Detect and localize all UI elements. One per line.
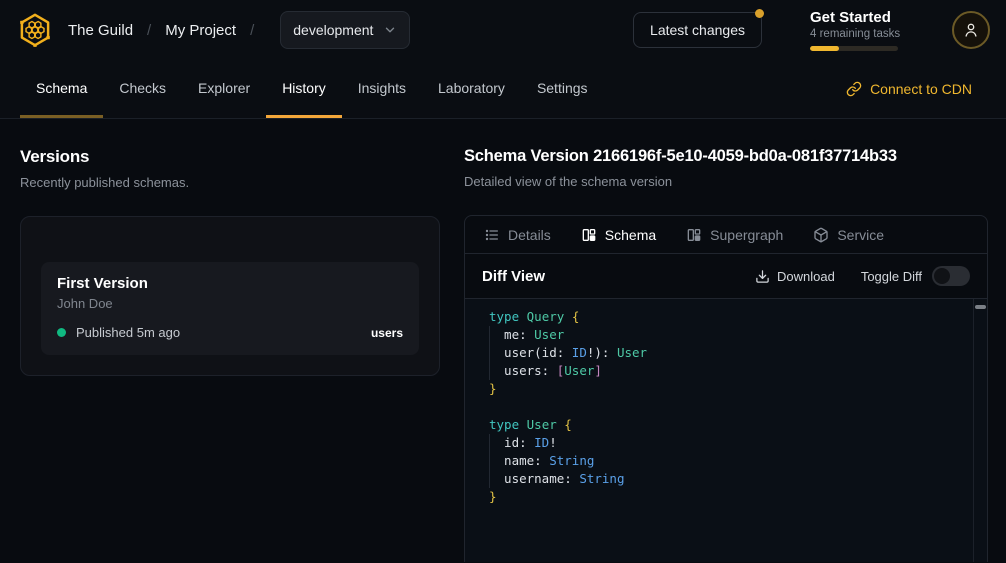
version-status-text: Published 5m ago <box>76 325 180 340</box>
scrollbar-thumb[interactable] <box>975 305 986 309</box>
get-started-widget[interactable]: Get Started 4 remaining tasks <box>810 9 900 51</box>
code-content: type Query { me: User user(id: ID!): Use… <box>465 299 987 506</box>
cube-icon <box>813 227 829 243</box>
link-icon <box>846 81 862 97</box>
detail-tab-schema[interactable]: Schema <box>581 227 656 243</box>
chevron-down-icon <box>383 23 397 37</box>
indent-guide <box>489 434 490 488</box>
download-label: Download <box>777 269 835 284</box>
version-author: John Doe <box>57 296 403 311</box>
notification-dot <box>755 9 764 18</box>
get-started-progress-fill <box>810 46 839 51</box>
user-menu-button[interactable] <box>952 11 990 49</box>
version-detail-title: Schema Version 2166196f-5e10-4059-bd0a-0… <box>464 147 988 166</box>
panels-icon <box>686 227 702 243</box>
version-detail-panel: Schema Version 2166196f-5e10-4059-bd0a-0… <box>464 119 1006 563</box>
tab-checks[interactable]: Checks <box>103 60 182 118</box>
detail-tab-label: Schema <box>605 227 656 243</box>
tab-settings[interactable]: Settings <box>521 60 604 118</box>
target-select[interactable]: development <box>280 11 410 49</box>
tab-history[interactable]: History <box>266 60 342 118</box>
service-name-badge: users <box>371 326 403 340</box>
detail-tab-supergraph[interactable]: Supergraph <box>686 227 783 243</box>
versions-subtitle: Recently published schemas. <box>20 175 440 190</box>
detail-tab-label: Details <box>508 227 551 243</box>
target-select-value: development <box>293 22 373 38</box>
tab-laboratory[interactable]: Laboratory <box>422 60 521 118</box>
version-list-item[interactable]: First Version John Doe Published 5m ago … <box>41 262 419 355</box>
detail-tab-service[interactable]: Service <box>813 227 884 243</box>
get-started-subtitle: 4 remaining tasks <box>810 28 900 40</box>
connect-to-cdn-label: Connect to CDN <box>870 81 972 97</box>
breadcrumb-project[interactable]: My Project <box>165 22 236 39</box>
version-name: First Version <box>57 275 403 292</box>
download-icon <box>755 269 770 284</box>
breadcrumb-separator: / <box>250 22 254 39</box>
user-icon <box>962 21 980 39</box>
published-status-dot <box>57 328 66 337</box>
breadcrumb-separator: / <box>147 22 151 39</box>
version-detail-subtitle: Detailed view of the schema version <box>464 174 988 189</box>
detail-tab-details[interactable]: Details <box>484 227 551 243</box>
schema-viewer-panel: Details Schema Supergr <box>464 215 988 562</box>
scrollbar-track <box>973 299 974 562</box>
get-started-progress-track <box>810 46 898 51</box>
diff-view-title: Diff View <box>482 268 545 285</box>
detail-tabs: Details Schema Supergr <box>465 216 987 254</box>
project-nav: Schema Checks Explorer History Insights … <box>0 60 1006 119</box>
tab-schema[interactable]: Schema <box>20 60 103 118</box>
panels-icon <box>581 227 597 243</box>
indent-guide <box>489 326 490 380</box>
breadcrumb-org[interactable]: The Guild <box>68 22 133 39</box>
schema-code-viewer: type Query { me: User user(id: ID!): Use… <box>465 299 987 562</box>
get-started-title: Get Started <box>810 9 900 26</box>
detail-tab-label: Supergraph <box>710 227 783 243</box>
tab-insights[interactable]: Insights <box>342 60 422 118</box>
tab-explorer[interactable]: Explorer <box>182 60 266 118</box>
diff-view-header: Diff View Download Toggle Diff <box>465 254 987 299</box>
versions-panel: Versions Recently published schemas. Fir… <box>0 119 464 563</box>
version-status-row: Published 5m ago users <box>57 325 403 340</box>
detail-tab-label: Service <box>837 227 884 243</box>
versions-title: Versions <box>20 147 440 167</box>
list-icon <box>484 227 500 243</box>
latest-changes-label: Latest changes <box>650 22 745 38</box>
app-header: The Guild / My Project / development Lat… <box>0 0 1006 60</box>
versions-list-card: First Version John Doe Published 5m ago … <box>20 216 440 376</box>
download-button[interactable]: Download <box>755 269 835 284</box>
toggle-diff-label: Toggle Diff <box>861 269 922 284</box>
main-content: Versions Recently published schemas. Fir… <box>0 119 1006 563</box>
hive-logo-icon[interactable] <box>16 11 54 49</box>
toggle-diff-switch[interactable] <box>932 266 970 286</box>
latest-changes-button[interactable]: Latest changes <box>633 12 762 48</box>
switch-knob <box>934 268 950 284</box>
connect-to-cdn-button[interactable]: Connect to CDN <box>846 60 972 118</box>
